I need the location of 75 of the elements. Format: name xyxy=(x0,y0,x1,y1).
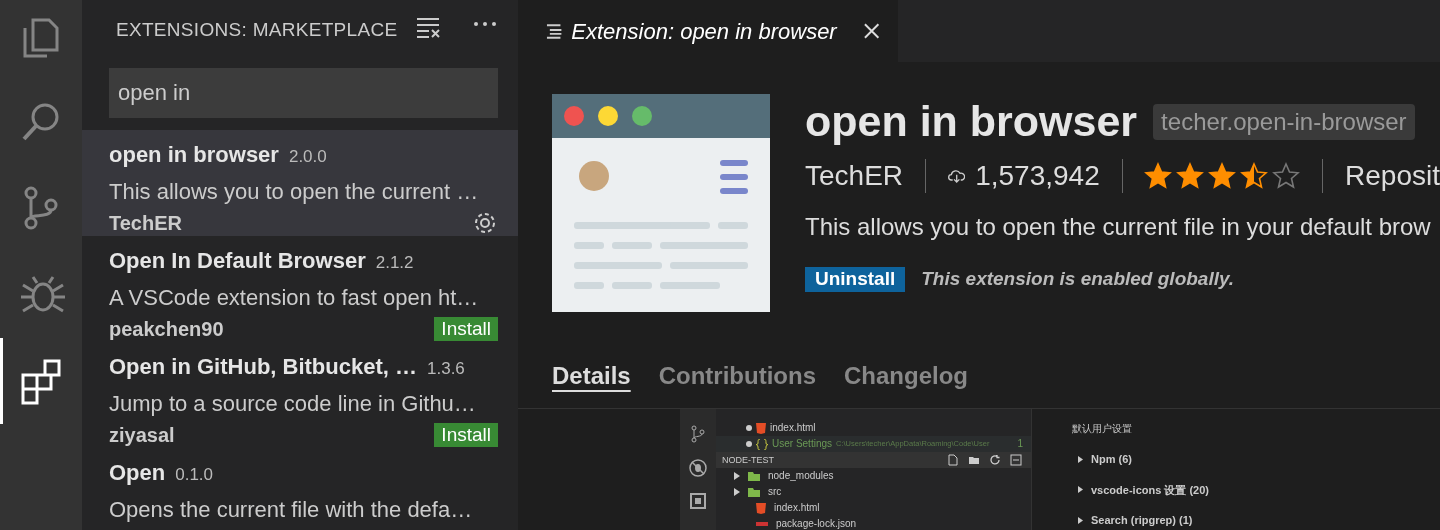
settings-heading: 默认用户设置 xyxy=(1072,422,1133,436)
extension-name: open in browser xyxy=(109,141,279,169)
json-file-icon xyxy=(756,520,768,528)
extension-name: Open In Default Browser xyxy=(109,247,366,275)
extension-version: 2.0.0 xyxy=(288,146,327,168)
editor-tab[interactable]: Extension: open in browser xyxy=(518,0,898,62)
file-name: src xyxy=(768,485,782,499)
install-button[interactable]: Install xyxy=(434,422,498,448)
detail-tab[interactable]: Details xyxy=(552,358,631,394)
extension-version: 0.1.0 xyxy=(175,464,214,486)
folder-header: NODE-TEST xyxy=(722,454,774,467)
dot-icon xyxy=(746,441,752,447)
extensions-icon xyxy=(690,493,706,509)
extension-description: A VSCode extension to fast open ht… xyxy=(109,284,480,312)
repository-link[interactable]: Reposit xyxy=(1345,155,1440,197)
file-name: package-lock.json xyxy=(776,517,857,530)
file-name: node_modules xyxy=(768,469,834,483)
extension-item[interactable]: Open In Default Browser 2.1.2 A VSCode extension to fast open ht… peakchen90 Install xyxy=(82,236,518,342)
extension-title: open in browser xyxy=(805,100,1138,143)
folder-icon xyxy=(748,471,760,481)
settings-group: Npm (6) xyxy=(1091,451,1132,468)
tab-title: Extension: open in browser xyxy=(571,17,837,46)
new-folder-icon[interactable] xyxy=(968,454,980,466)
star-icon xyxy=(1240,162,1269,190)
detail-tab[interactable]: Changelog xyxy=(844,358,968,394)
chevron-icon xyxy=(1078,455,1083,463)
preview-icon xyxy=(546,23,564,39)
chevron-icon xyxy=(1078,516,1083,524)
problem-count: 1 xyxy=(1017,437,1023,451)
download-count: 1,573,942 xyxy=(975,159,1100,193)
extension-id: techer.open-in-browser xyxy=(1153,103,1415,140)
extension-version: 1.3.6 xyxy=(427,358,465,380)
refresh-icon[interactable] xyxy=(989,454,1001,466)
extension-version: 2.1.2 xyxy=(375,252,414,274)
extension-item[interactable]: Open in GitHub, Bitbucket, … 1.3.6 Jump to a source code line in Githu… ziyasal Install xyxy=(82,342,518,448)
clear-list-icon[interactable] xyxy=(416,16,442,38)
settings-icon[interactable] xyxy=(472,210,498,236)
source-control-icon xyxy=(690,425,706,443)
collapse-icon[interactable] xyxy=(1010,454,1022,466)
install-button[interactable]: Install xyxy=(434,316,498,342)
close-icon[interactable] xyxy=(862,22,880,40)
extension-description: Opens the current file with the defa… xyxy=(109,496,474,524)
file-name: User Settings xyxy=(772,437,833,451)
extension-item[interactable]: open in browser 2.0.0 This allows you to open the current … TechER xyxy=(82,130,518,236)
star-icon xyxy=(1144,162,1173,190)
folder-icon xyxy=(748,487,760,497)
new-file-icon[interactable] xyxy=(947,454,959,466)
html-file-icon xyxy=(756,422,766,434)
uninstall-button[interactable]: Uninstall xyxy=(805,266,906,292)
chevron-icon xyxy=(1078,486,1083,494)
file-name: index.html xyxy=(774,501,820,515)
extension-item[interactable]: Open 0.1.0 Opens the current file with the defa… xyxy=(82,448,518,530)
braces-icon xyxy=(756,438,768,450)
settings-group: Search (ripgrep) (1) xyxy=(1091,512,1193,529)
star-icon xyxy=(1272,162,1301,190)
no-bug-icon xyxy=(689,459,707,477)
publisher-name: TechER xyxy=(805,159,904,193)
settings-group: vscode-icons 设置 (20) xyxy=(1091,481,1209,498)
extension-name: Open xyxy=(109,459,166,487)
extension-publisher: ziyasal xyxy=(109,423,175,448)
detail-tab[interactable]: Contributions xyxy=(658,358,816,394)
sidebar-title: EXTENSIONS: MARKETPLACE xyxy=(116,18,398,42)
extension-publisher: peakchen90 xyxy=(109,317,224,342)
extension-description: This allows you to open the current … xyxy=(109,178,480,206)
star-icon xyxy=(1176,162,1205,190)
star-icon xyxy=(1208,162,1237,190)
dot-icon xyxy=(746,425,752,431)
extension-description: This allows you to open the current file in your default brow xyxy=(805,212,1432,242)
status-text: This extension is enabled globally. xyxy=(921,267,1235,291)
extension-name: Open in GitHub, Bitbucket, … xyxy=(109,353,417,381)
file-name: index.html xyxy=(770,421,816,435)
html-file-icon xyxy=(756,502,766,514)
search-field[interactable]: open in xyxy=(109,68,498,118)
extension-publisher: TechER xyxy=(109,211,182,236)
extension-description: Jump to a source code line in Githu… xyxy=(109,390,477,418)
